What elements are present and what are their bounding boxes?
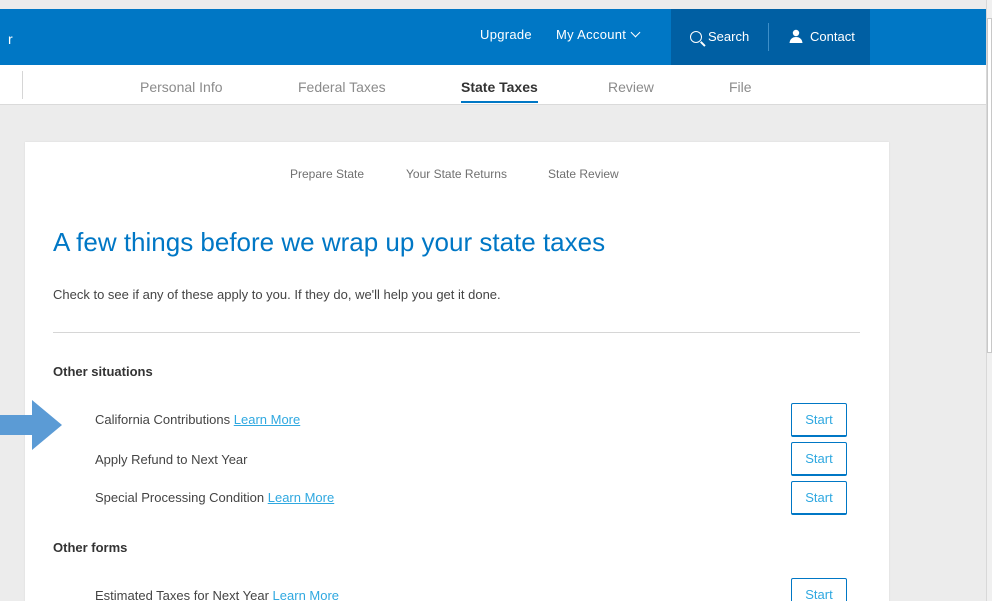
start-button-special-processing[interactable]: Start bbox=[791, 481, 847, 515]
list-item-special-processing: Special Processing Condition Learn More bbox=[95, 490, 334, 505]
learn-more-link[interactable]: Learn More bbox=[234, 412, 300, 427]
item-label: California Contributions bbox=[95, 412, 231, 427]
section-heading-other-forms: Other forms bbox=[53, 540, 128, 555]
tabs-divider bbox=[22, 71, 23, 99]
tab-file[interactable]: File bbox=[729, 65, 752, 105]
section-divider bbox=[53, 332, 860, 333]
start-button-california-contributions[interactable]: Start bbox=[791, 403, 847, 437]
tab-personal-info[interactable]: Personal Info bbox=[140, 65, 223, 105]
tab-state-taxes[interactable]: State Taxes bbox=[461, 65, 538, 105]
item-label: Apply Refund to Next Year bbox=[95, 452, 248, 467]
brand-text: r bbox=[8, 31, 13, 47]
contact-button[interactable]: Contact bbox=[788, 9, 855, 65]
list-item-california-contributions: California Contributions Learn More bbox=[95, 412, 300, 427]
chevron-down-icon bbox=[630, 27, 641, 38]
learn-more-link[interactable]: Learn More bbox=[273, 588, 339, 601]
top-header: r Upgrade My Account Search Contact bbox=[0, 9, 986, 65]
start-button-apply-refund[interactable]: Start bbox=[791, 442, 847, 476]
tab-review[interactable]: Review bbox=[608, 65, 654, 105]
header-divider bbox=[768, 23, 769, 51]
main-card: Prepare State Your State Returns State R… bbox=[25, 142, 889, 601]
item-label: Estimated Taxes for Next Year bbox=[95, 588, 269, 601]
search-label: Search bbox=[708, 29, 750, 44]
scrollbar-thumb[interactable] bbox=[987, 18, 992, 353]
item-label: Special Processing Condition bbox=[95, 490, 265, 505]
section-heading-other-situations: Other situations bbox=[53, 364, 153, 379]
progress-tabs: Personal Info Federal Taxes State Taxes … bbox=[0, 65, 986, 105]
page-title: A few things before we wrap up your stat… bbox=[53, 227, 606, 257]
list-item-apply-refund: Apply Refund to Next Year bbox=[95, 452, 248, 467]
contact-label: Contact bbox=[810, 29, 855, 44]
list-item-estimated-taxes: Estimated Taxes for Next Year Learn More bbox=[95, 588, 339, 601]
contact-person-icon bbox=[789, 29, 803, 43]
annotation-arrow-icon bbox=[0, 400, 62, 450]
intro-text: Check to see if any of these apply to yo… bbox=[53, 287, 501, 302]
learn-more-link[interactable]: Learn More bbox=[268, 490, 334, 505]
my-account-menu[interactable]: My Account bbox=[556, 9, 641, 65]
upgrade-link[interactable]: Upgrade bbox=[480, 9, 532, 65]
start-button-estimated-taxes[interactable]: Start bbox=[791, 578, 847, 601]
subnav-prepare-state[interactable]: Prepare State bbox=[290, 167, 364, 181]
subnav-state-review[interactable]: State Review bbox=[548, 167, 619, 181]
my-account-label: My Account bbox=[556, 27, 627, 42]
subnav-your-state-returns[interactable]: Your State Returns bbox=[406, 167, 507, 181]
tab-federal-taxes[interactable]: Federal Taxes bbox=[298, 65, 386, 105]
search-icon bbox=[690, 31, 702, 43]
search-button[interactable]: Search bbox=[690, 9, 749, 65]
